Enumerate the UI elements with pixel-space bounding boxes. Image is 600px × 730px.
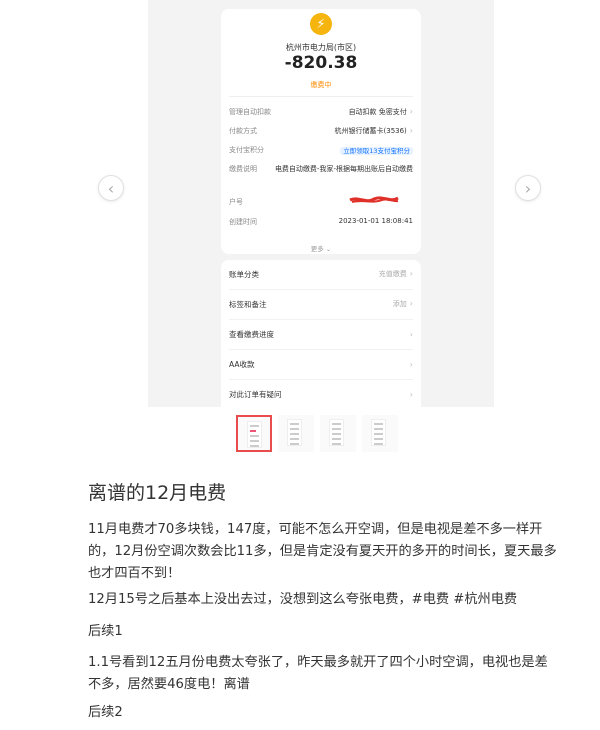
post-paragraph: 1.1号看到12五月份电费太夸张了，昨天最多就开了四个小时空调，电视也是差不多，…: [88, 655, 548, 692]
merchant-name: 杭州市电力局(市区): [285, 43, 357, 52]
thumbnail-strip: [236, 415, 398, 452]
chevron-right-icon: ›: [409, 359, 413, 369]
chevron-right-icon: ›: [409, 126, 413, 135]
row-label: 支付宝积分: [229, 146, 264, 154]
more-toggle[interactable]: 更多 ⌄: [221, 243, 421, 253]
row-value: 电费自动缴费-我家-根据每期出账后自动缴费: [274, 165, 413, 173]
menu-item-order-question[interactable]: 对此订单有疑问 ›: [229, 380, 413, 407]
receipt-card: ⚡ 杭州市电力局(市区) -820.38 缴费中 管理自动扣款 自动扣款 免密支…: [221, 9, 421, 254]
redaction-scribble: [349, 196, 399, 203]
created-time-row: 创建时间 2023-01-01 18:08:41: [229, 217, 413, 227]
row-label: 创建时间: [229, 218, 257, 226]
post-paragraph: 12月15号之后基本上没出去过，没想到这么夸张电费，#电费 #杭州电费: [88, 592, 518, 607]
auto-deduct-row[interactable]: 管理自动扣款 自动扣款 免密支付 ›: [229, 107, 413, 117]
row-label: 付款方式: [229, 127, 257, 135]
payment-method-row[interactable]: 付款方式 杭州银行储蓄卡(3536) ›: [229, 126, 413, 136]
chevron-right-icon: ›: [409, 329, 413, 339]
menu-item-payment-progress[interactable]: 查看缴费进度 ›: [229, 320, 413, 348]
post-title: 离谱的12月电费: [88, 482, 227, 504]
row-label: 户号: [229, 198, 243, 206]
chevron-right-icon: ›: [409, 269, 413, 278]
chevron-right-icon: ›: [409, 299, 413, 308]
menu-card: 账单分类 充值缴费 › 标签和备注 添加 › 查看缴费进度 › AA收款 › 对此订…: [221, 260, 421, 407]
row-value: 自动扣款 免密支付: [348, 108, 407, 116]
row-value: 2023-01-01 18:08:41: [338, 217, 413, 225]
thumbnail-2[interactable]: [278, 415, 314, 452]
payment-status: 缴费中: [310, 81, 332, 89]
row-value: 杭州银行储蓄卡(3536): [334, 127, 407, 135]
menu-hint: 添加: [392, 300, 407, 308]
image-gallery: ⚡ 杭州市电力局(市区) -820.38 缴费中 管理自动扣款 自动扣款 免密支…: [148, 0, 494, 407]
prev-image-button[interactable]: ‹: [98, 175, 124, 201]
row-label: 缴费说明: [229, 165, 257, 173]
points-row[interactable]: 支付宝积分 立即领取13支付宝积分: [229, 145, 413, 155]
lightning-icon: ⚡: [310, 13, 332, 35]
divider: [229, 96, 413, 97]
menu-label: 查看缴费进度: [229, 329, 274, 339]
menu-label: 账单分类: [229, 269, 259, 279]
menu-label: 标签和备注: [229, 299, 267, 309]
chevron-right-icon: ›: [409, 389, 413, 399]
menu-hint: 充值缴费: [378, 270, 407, 278]
post-paragraph: 后续2: [88, 705, 123, 720]
payment-note-row: 缴费说明 电费自动缴费-我家-根据每期出账后自动缴费: [229, 164, 413, 174]
payment-amount: -820.38: [284, 53, 358, 73]
thumbnail-3[interactable]: [320, 415, 356, 452]
menu-label: 对此订单有疑问: [229, 389, 282, 399]
post-paragraph: 后续1: [88, 624, 123, 639]
chevron-right-icon: ›: [409, 107, 413, 116]
chevron-right-icon: ›: [524, 178, 532, 198]
thumbnail-4[interactable]: [362, 415, 398, 452]
claim-points-badge[interactable]: 立即领取13支付宝积分: [340, 147, 413, 155]
menu-item-bill-category[interactable]: 账单分类 充值缴费 ›: [229, 260, 413, 288]
menu-item-aa-collect[interactable]: AA收款 ›: [229, 350, 413, 378]
chevron-left-icon: ‹: [107, 178, 115, 198]
menu-item-tags-notes[interactable]: 标签和备注 添加 ›: [229, 290, 413, 318]
menu-label: AA收款: [229, 359, 255, 369]
thumbnail-1[interactable]: [236, 415, 272, 452]
row-label: 管理自动扣款: [229, 108, 271, 116]
post-paragraph: 11月电费才70多块钱，147度，可能不怎么开空调，但是电视是差不多一样开的，1…: [88, 522, 557, 581]
next-image-button[interactable]: ›: [515, 175, 541, 201]
